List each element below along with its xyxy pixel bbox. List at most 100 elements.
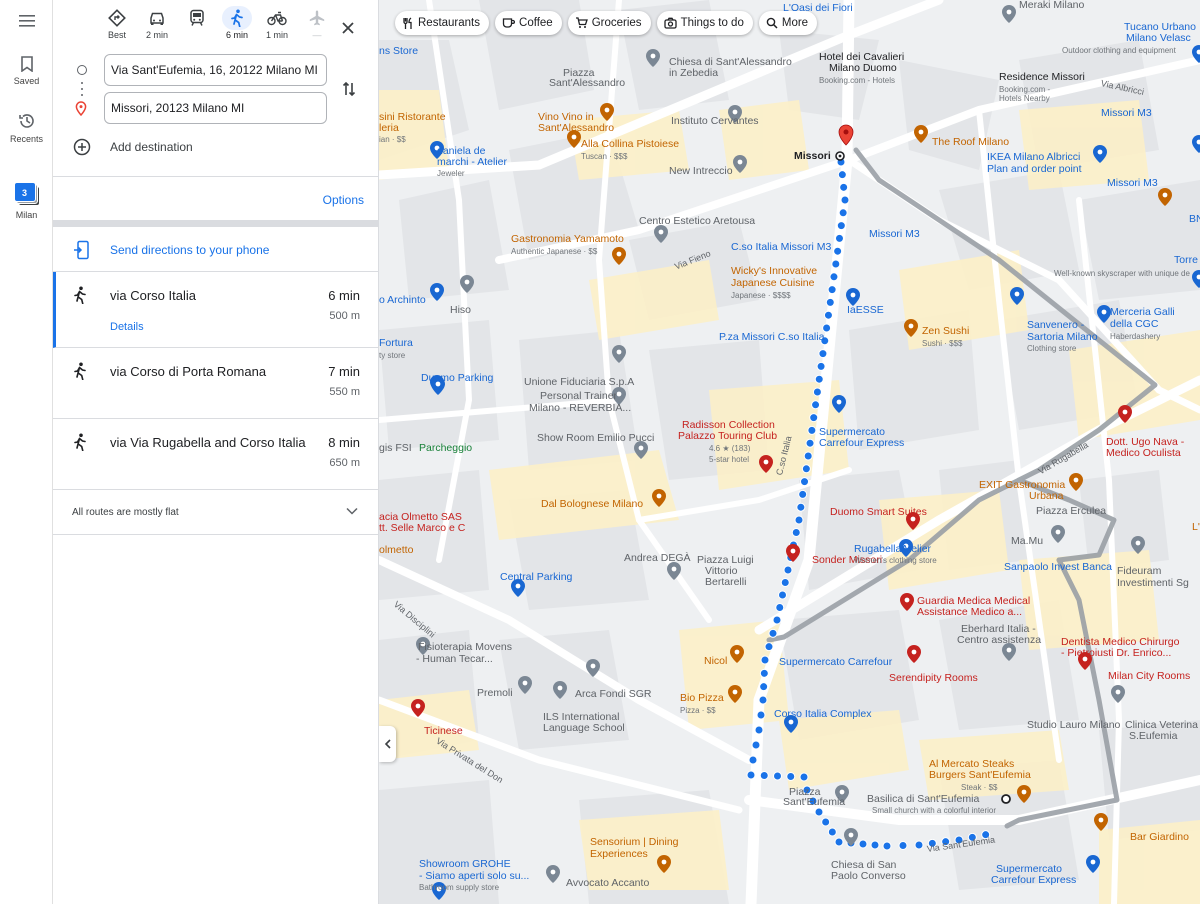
map-place-label[interactable]: Parcheggio — [419, 443, 472, 454]
map-place-label[interactable]: Duomo Smart Suites — [830, 507, 927, 518]
map-place-label[interactable]: - Pietroiusti Dr. Enrico... — [1061, 648, 1171, 659]
map-place-label[interactable]: Serendipity Rooms — [889, 673, 978, 684]
recents-button[interactable]: Recents — [0, 112, 53, 144]
map-place-label[interactable]: Torre Vela — [1174, 255, 1200, 266]
map-place-label[interactable]: marchi - Atelier — [437, 157, 507, 168]
map-place-label[interactable]: Fideuram — [1117, 566, 1161, 577]
map-place-label[interactable]: Instituto Cervantes — [671, 116, 759, 127]
map-place-label[interactable]: Paolo Converso — [831, 871, 906, 882]
map-place-label[interactable]: Alla Collina Pistoiese — [581, 139, 679, 150]
map-place-label[interactable]: Booking.com - Hotels — [819, 75, 895, 86]
map-place-label[interactable]: Tuscan · $$$ — [581, 151, 627, 162]
map-place-label[interactable]: - Siamo aperti solo su... — [419, 871, 529, 882]
map-place-label[interactable]: Sant'Alessandro — [538, 123, 614, 134]
route-option[interactable]: via Corso Italia 6 min 500 m Details — [53, 272, 378, 348]
map-place-label[interactable]: gis FSI — [379, 443, 412, 454]
map-place-label[interactable]: Burgers Sant'Eufemia — [929, 770, 1031, 781]
chip-more[interactable]: More — [758, 11, 818, 35]
map-place-label[interactable]: Show Room Emilio Pucci — [537, 433, 654, 444]
map-place-label[interactable]: IKEA Milano Albricci — [987, 152, 1080, 163]
map-place-label[interactable]: L'Oasi dei Fiori — [783, 3, 853, 14]
map-place-label[interactable]: Sant'Eufemia — [783, 797, 845, 808]
map-place-label[interactable]: Andrea DEGÀ — [624, 553, 691, 564]
map-place-label[interactable]: Sanpaolo Invest Banca — [1004, 562, 1112, 573]
map-place-label[interactable]: Experiences — [590, 849, 648, 860]
map-place-label[interactable]: Nicol — [704, 656, 727, 667]
map-place-label[interactable]: Sartoria Milano — [1027, 332, 1098, 343]
map-place-label[interactable]: Merceria Galli — [1110, 307, 1175, 318]
map-place-label[interactable]: Milan City Rooms — [1108, 671, 1190, 682]
map-place-label[interactable]: The Roof Milano — [932, 137, 1009, 148]
mode-walk[interactable]: 6 min — [219, 6, 255, 40]
map-place-label[interactable]: Premoli — [477, 688, 513, 699]
map-place-label[interactable]: L'Isola del — [1192, 522, 1200, 533]
map-place-label[interactable]: ian · $$ — [379, 134, 406, 145]
map-place-label[interactable]: Steak · $$ — [961, 782, 997, 793]
map-place-label[interactable]: Milano - REVERBIA... — [529, 403, 631, 414]
route-option[interactable]: via Via Rugabella and Corso Italia 8 min… — [53, 419, 378, 490]
map-place-label[interactable]: Investimenti Sg — [1117, 578, 1189, 589]
map-place-label[interactable]: Centro assistenza — [957, 635, 1041, 646]
mode-flight[interactable]: — — [299, 6, 335, 40]
add-destination-button[interactable]: Add destination — [73, 138, 193, 156]
map-place-label[interactable]: Ticinese — [424, 726, 463, 737]
map-place-label[interactable]: Well-known skyscraper with unique de — [1054, 268, 1190, 279]
map-place-label[interactable]: Small church with a colorful interior — [872, 805, 996, 816]
map-place-label[interactable]: Carrefour Express — [819, 438, 904, 449]
map-place-label[interactable]: Missori M3 — [869, 229, 920, 240]
close-directions-button[interactable] — [338, 18, 358, 38]
map-place-label[interactable]: Duomo Parking — [421, 373, 493, 384]
map-place-label[interactable]: Meraki Milano — [1019, 0, 1084, 11]
map-place-label[interactable]: Hotels Nearby — [999, 93, 1050, 104]
map-place-label[interactable]: C.so Italia Missori M3 — [731, 242, 831, 253]
swap-button[interactable] — [342, 80, 356, 103]
map-place-label[interactable]: Personal Trainer — [540, 391, 617, 402]
map-place-label[interactable]: Haberdashery — [1110, 331, 1160, 342]
map-place-label[interactable]: 5-star hotel — [709, 454, 749, 465]
map-place-label[interactable]: Bio Pizza — [680, 693, 724, 704]
map-place-label[interactable]: Unione Fiduciaria S.p.A — [524, 377, 634, 388]
map-place-label[interactable]: BNL — [1189, 214, 1200, 225]
map-place-label[interactable]: Bathroom supply store — [419, 882, 499, 893]
saved-button[interactable]: Saved — [0, 56, 53, 86]
route-option[interactable]: via Corso di Porta Romana 7 min 550 m — [53, 348, 378, 419]
map-place-label[interactable]: Piazza Erculea — [1036, 506, 1106, 517]
map-place-label[interactable]: Language School — [543, 723, 625, 734]
mode-bike[interactable]: 1 min — [259, 6, 295, 40]
map-place-label[interactable]: Showroom GROHE — [419, 859, 511, 870]
map-place-label[interactable]: Central Parking — [500, 572, 572, 583]
map-place-label[interactable]: P.za Missori C.so Italia — [719, 332, 824, 343]
map-place-label[interactable]: Gastronomia Yamamoto — [511, 234, 624, 245]
map-place-label[interactable]: Dal Bolognese Milano — [541, 499, 643, 510]
map-place-label[interactable]: Ma.Mu — [1011, 536, 1043, 547]
map-place-label[interactable]: tt. Selle Marco e C — [379, 523, 465, 534]
map-place-label[interactable]: - Human Tecar... — [416, 654, 493, 665]
chip-things-to-do[interactable]: Things to do — [656, 11, 753, 35]
send-to-phone-row[interactable]: Send directions to your phone — [53, 228, 378, 272]
map-place-label[interactable]: Clothing store — [1027, 343, 1076, 354]
map-place-label[interactable]: leria — [379, 123, 399, 134]
map-place-label[interactable]: Missori M3 — [1107, 178, 1158, 189]
map-place-label[interactable]: Medico Oculista — [1106, 448, 1181, 459]
map-place-label[interactable]: Sushi · $$$ — [922, 338, 962, 349]
map-place-label[interactable]: IaESSE — [847, 305, 884, 316]
recent-milan[interactable]: 3 Milan — [0, 182, 53, 220]
map-place-label[interactable]: Sant'Alessandro — [549, 78, 625, 89]
map-place-label[interactable]: New Intreccio — [669, 166, 733, 177]
map-place-label[interactable]: Avvocato Accanto — [566, 878, 649, 889]
map-place-label[interactable]: Authentic Japanese · $$ — [511, 246, 597, 257]
map-canvas[interactable]: Restaurants Coffee Groceries Things to d… — [379, 0, 1200, 904]
map-place-label[interactable]: Japanese · $$$$ — [731, 290, 791, 301]
map-place-label[interactable]: ty store — [379, 350, 405, 361]
map-place-label[interactable]: S.Eufemia — [1129, 731, 1177, 742]
map-place-label[interactable]: in Zebedia — [669, 68, 718, 79]
map-place-label[interactable]: Studio Lauro Milano — [1027, 720, 1120, 731]
map-place-label[interactable]: Carrefour Express — [991, 875, 1076, 886]
map-place-label[interactable]: Wicky's Innovative — [731, 266, 817, 277]
map-place-label[interactable]: Pizza · $$ — [680, 705, 716, 716]
map-place-label[interactable]: Sensorium | Dining — [590, 837, 679, 848]
chip-coffee[interactable]: Coffee — [495, 11, 562, 35]
map-place-label[interactable]: Milano Duomo — [829, 63, 897, 74]
map-place-label[interactable]: Palazzo Touring Club — [678, 431, 777, 442]
mode-transit[interactable] — [179, 6, 215, 30]
